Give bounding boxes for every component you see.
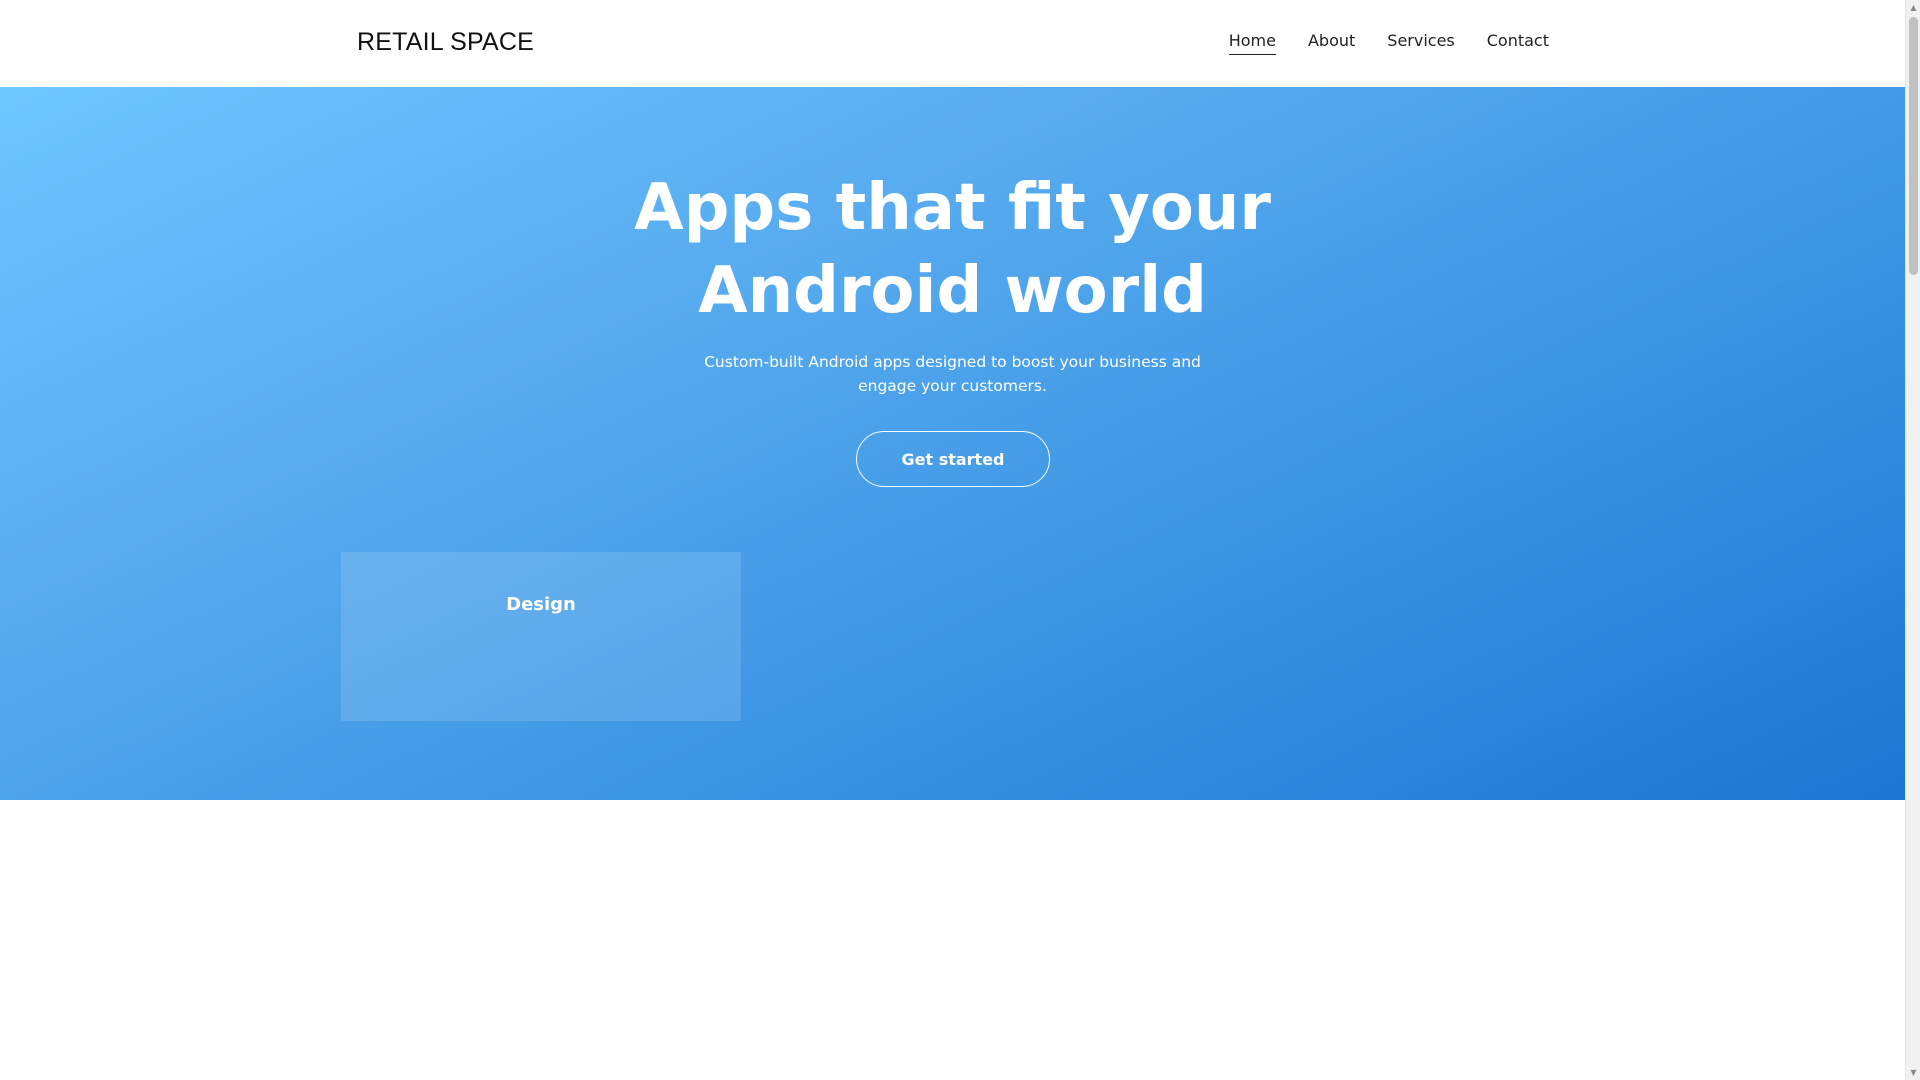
get-started-button[interactable]: Get started	[856, 431, 1050, 487]
hero-title-line1: Apps that fit your	[634, 171, 1271, 245]
site-logo[interactable]: RETAIL SPACE	[357, 28, 534, 57]
hero-title: Apps that fit your Android world	[0, 167, 1905, 333]
hero-section: Apps that fit your Android world Custom-…	[0, 87, 1905, 800]
nav-home[interactable]: Home	[1228, 31, 1276, 55]
hero-subtitle-line1: Custom-built Android apps designed to bo…	[704, 353, 1201, 371]
nav-services[interactable]: Services	[1387, 31, 1454, 55]
nav-about[interactable]: About	[1308, 31, 1355, 55]
arrow-down-icon[interactable]: ▼	[1906, 1065, 1920, 1080]
nav-contact[interactable]: Contact	[1487, 31, 1549, 55]
hero-title-line2: Android world	[698, 254, 1207, 328]
main-nav: Home About Services Contact	[1228, 31, 1549, 55]
design-card-title: Design	[506, 594, 576, 615]
vertical-scrollbar[interactable]: ▲ ▼	[1905, 0, 1920, 1080]
site-header: RETAIL SPACE Home About Services Contact	[0, 0, 1905, 87]
content-section	[0, 800, 1905, 1080]
design-card[interactable]: Design	[341, 552, 741, 721]
hero-subtitle: Custom-built Android apps designed to bo…	[0, 350, 1905, 398]
scrollbar-thumb[interactable]	[1909, 17, 1918, 275]
page: RETAIL SPACE Home About Services Contact…	[0, 0, 1905, 1080]
arrow-up-icon[interactable]: ▲	[1906, 0, 1920, 15]
hero-subtitle-line2: engage your customers.	[858, 377, 1047, 395]
